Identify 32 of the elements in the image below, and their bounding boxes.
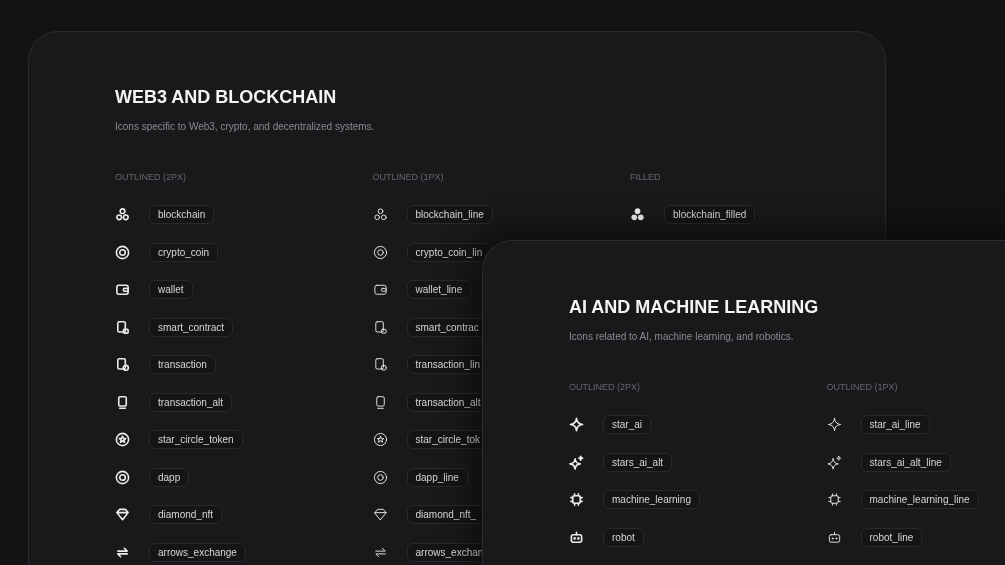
icon-name-tag: crypto_coin — [149, 242, 219, 262]
icon-name-tag: stars_ai_alt — [603, 452, 673, 472]
icon-name-tag: transaction — [149, 355, 216, 375]
icon-name-tag: crypto_coin_lin — [406, 242, 492, 262]
icon-name-tag: smart_contract — [149, 317, 234, 337]
icon-name-tag: blockchain_filled — [664, 205, 756, 225]
column-heading: OUTLINED (2PX) — [115, 172, 187, 184]
icon-name-tag: dapp_line — [406, 467, 468, 487]
section-title: AI AND MACHINE LEARNING — [569, 296, 820, 318]
section-title: WEB3 AND BLOCKCHAIN — [115, 86, 338, 108]
icon-name-tag: robot_line — [860, 527, 923, 547]
icon-name-tag: wallet_line — [406, 280, 472, 300]
icon-name-tag: star_ai — [603, 415, 651, 435]
icon-name-tag: robot — [603, 527, 644, 547]
column-heading: OUTLINED (1PX) — [826, 382, 899, 394]
icon-name-tag: diamond_nft — [149, 505, 223, 525]
column-heading: OUTLINED (2PX) — [569, 382, 641, 394]
icon-name-tag: wallet — [149, 280, 193, 300]
icon-name-tag: blockchain_line — [406, 205, 493, 225]
icon-name-tag: machine_learning_line — [860, 490, 979, 510]
section-description: Icons related to AI, machine learning, and robotics. — [569, 331, 795, 342]
icon-name-tag: star_ai_line — [860, 415, 930, 435]
icon-name-tag: stars_ai_alt_line — [860, 452, 951, 472]
icon-name-tag: machine_learning — [603, 490, 700, 510]
column-heading: FILLED — [630, 172, 662, 184]
icon-name-tag: dapp — [149, 467, 190, 487]
icon-name-tag: transaction_alt — [149, 392, 233, 412]
icon-name-tag: arrows_exchange — [149, 542, 246, 562]
icon-name-tag: blockchain — [149, 205, 215, 225]
column-heading: OUTLINED (1PX) — [372, 172, 445, 184]
section-description: Icons specific to Web3, crypto, and decentralized systems. — [115, 121, 376, 132]
icon-name-tag: star_circle_token — [149, 430, 243, 450]
